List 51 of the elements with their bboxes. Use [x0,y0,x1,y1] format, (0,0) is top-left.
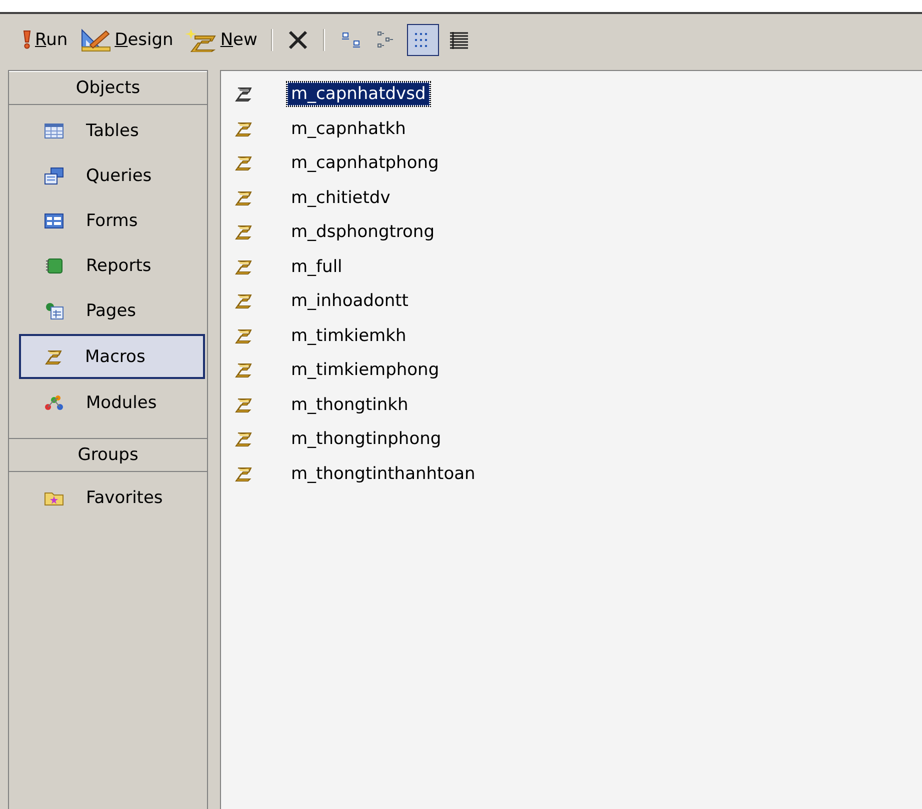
scroll-icon [235,258,253,275]
scroll-icon [235,224,253,240]
macro-item[interactable]: m_chitietdv [287,186,394,210]
section-header[interactable]: Objects [9,71,207,105]
page-icon [44,302,64,320]
macro-item[interactable]: m_thongtinkh [287,392,412,417]
run-button[interactable]: Run [18,24,72,56]
scroll-icon [235,466,253,482]
sidebar-item[interactable]: Modules [19,381,205,424]
scroll-icon [235,431,253,448]
scroll-icon [235,155,253,172]
sidebar-item[interactable]: Reports [19,244,205,287]
scroll-icon [235,120,253,137]
ruler-pencil-icon [80,28,112,52]
scroll-icon [235,328,253,344]
table-icon [44,122,64,140]
macro-item[interactable]: m_full [287,254,346,279]
report-icon [44,256,64,274]
macro-item[interactable]: m_dsphongtrong [287,220,438,244]
exclamation-icon [22,30,32,50]
sidebar-item[interactable]: Tables [19,109,205,152]
macro-item[interactable]: m_timkiemphong [287,358,444,382]
macro-item[interactable]: m_capnhatkh [287,116,410,141]
macro-item[interactable]: m_timkiemkh [287,324,410,348]
list-view-button[interactable] [407,24,440,56]
new-button[interactable]: New [181,24,262,56]
scroll-icon [235,362,253,378]
macro-item[interactable]: m_capnhatdvsd [287,82,430,106]
new-scroll-icon [185,28,218,52]
macro-item[interactable]: m_capnhatphong [287,151,443,176]
large-icons-icon [340,30,362,50]
form-icon [44,212,64,230]
macro-item[interactable]: m_inhoadontt [287,289,412,314]
macro-item[interactable]: m_thongtinthanhtoan [287,462,480,486]
scroll-icon [235,396,253,413]
scroll-icon [235,293,253,310]
scroll-icon [45,348,63,364]
design-button[interactable]: Design [76,24,178,56]
scroll-icon [235,190,253,206]
macro-item[interactable]: m_thongtinphong [287,427,446,452]
sidebar-item[interactable]: Forms [19,199,205,242]
query-icon [44,166,64,184]
modules-icon [44,394,64,412]
sidebar-item[interactable]: Macros [19,334,205,379]
close-icon [287,29,310,51]
section-header[interactable]: Groups [9,438,207,472]
sidebar-item[interactable]: Favorites [19,476,205,519]
details-view-icon [448,30,470,50]
sidebar-item[interactable]: Pages [19,289,205,332]
sidebar-item[interactable]: Queries [19,154,205,197]
scroll-icon [235,86,253,102]
